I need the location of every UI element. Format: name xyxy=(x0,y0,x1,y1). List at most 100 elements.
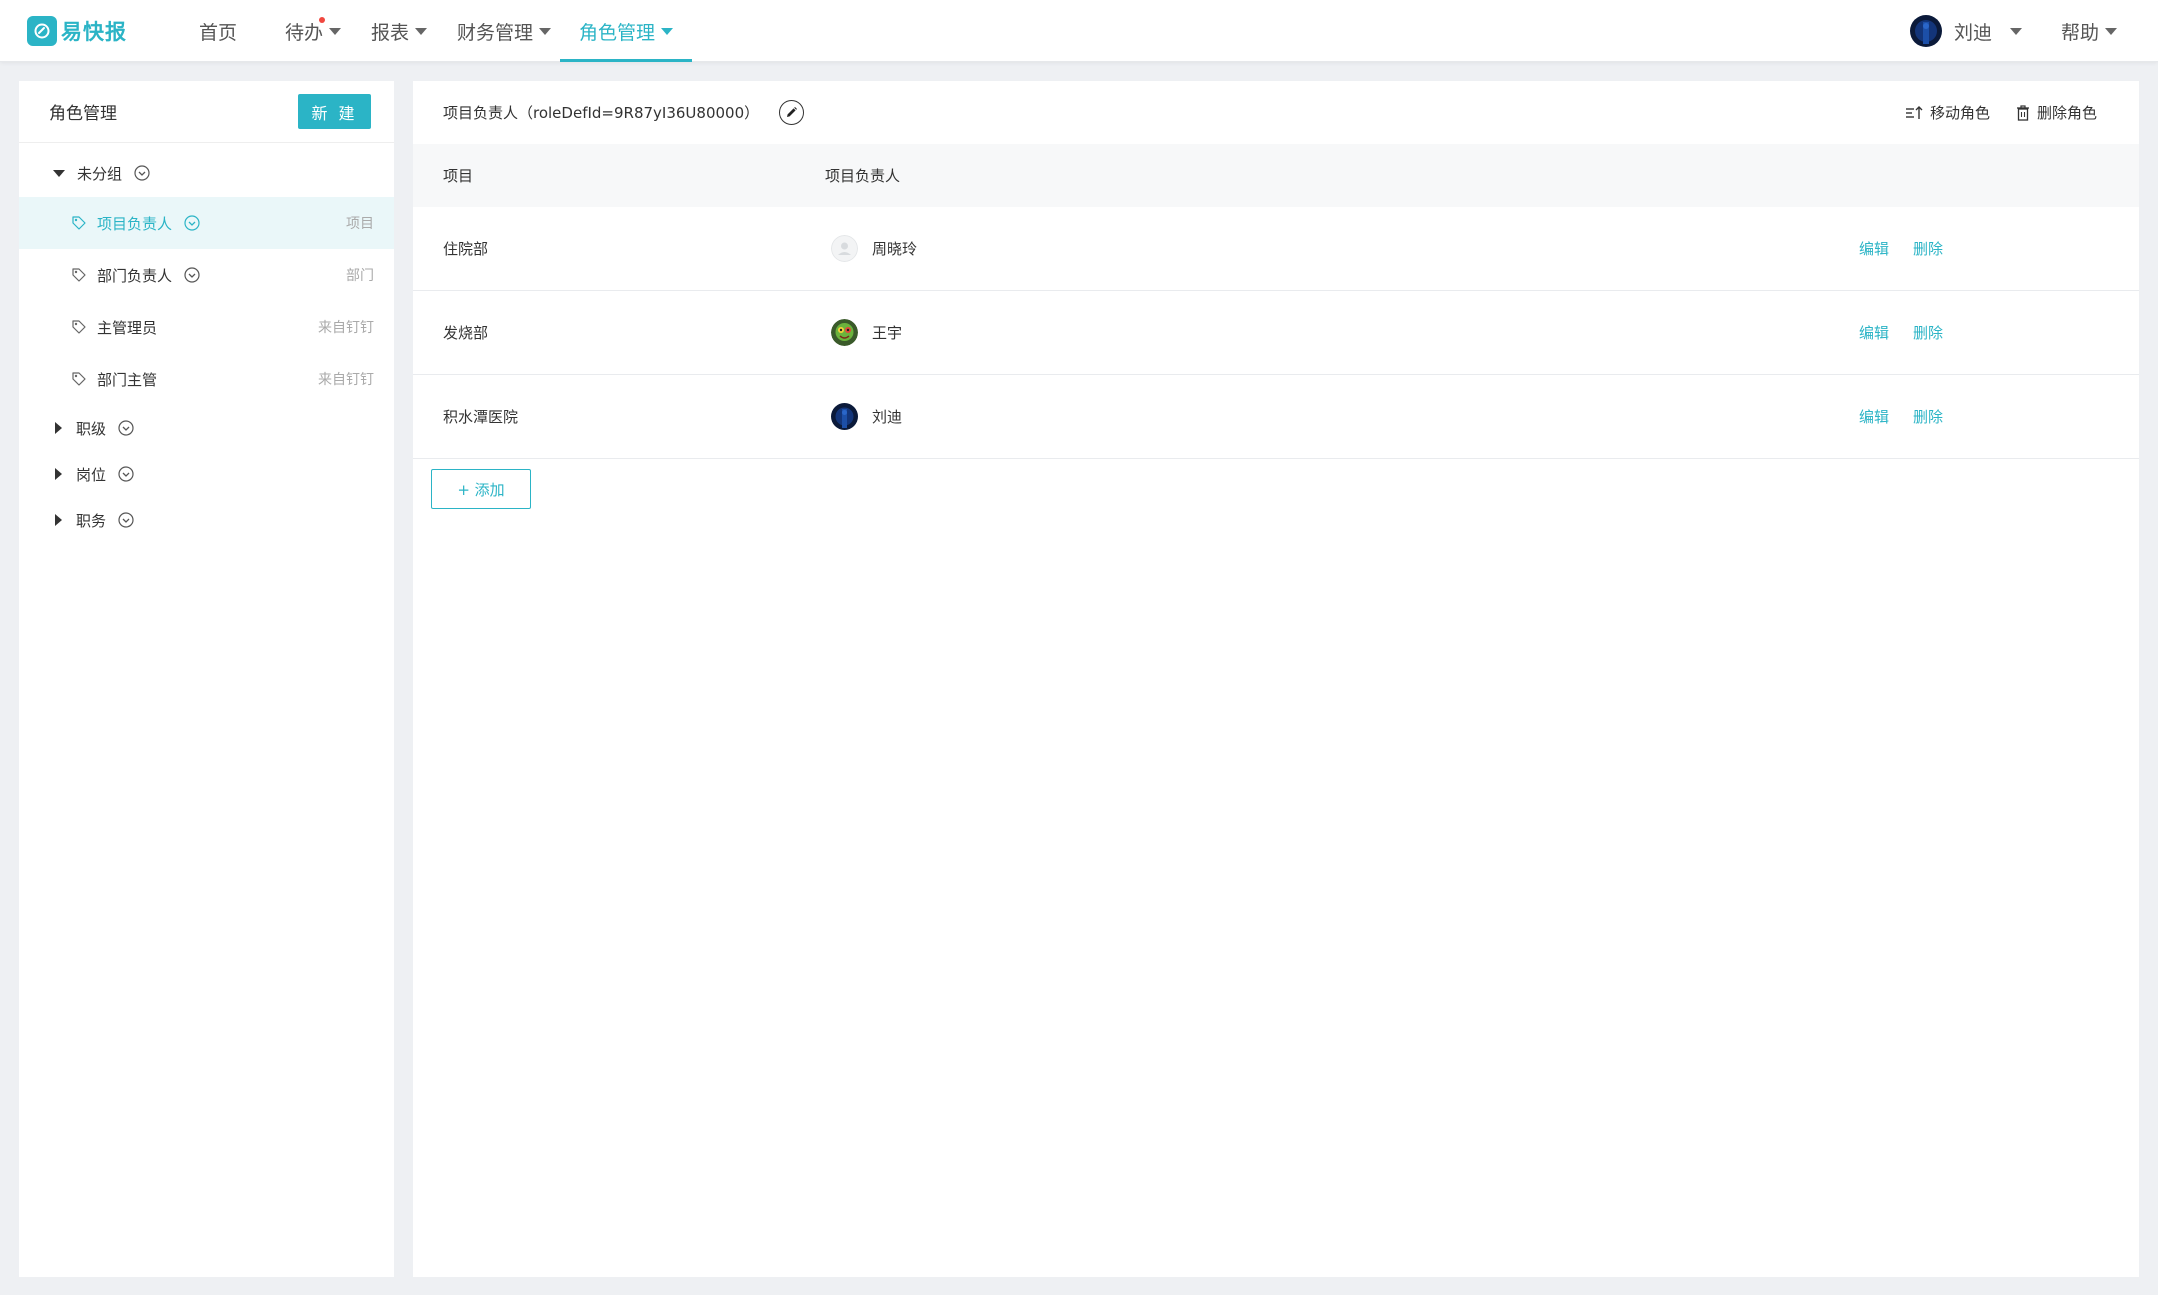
chevron-circle-down-icon[interactable] xyxy=(184,267,200,283)
logo-text: 易快报 xyxy=(61,20,127,44)
default-avatar-icon xyxy=(831,235,858,262)
chevron-down-icon xyxy=(329,27,342,35)
chevron-down-icon xyxy=(415,27,428,35)
trash-icon xyxy=(2016,104,2029,121)
nav-role-management[interactable]: 角色管理 xyxy=(560,0,693,62)
sort-up-icon xyxy=(1905,105,1923,119)
tree-group-label: 职级 xyxy=(76,419,107,438)
caret-right-icon xyxy=(55,422,62,434)
chevron-circle-down-icon[interactable] xyxy=(118,512,134,528)
role-tree-header: 角色管理 新 建 xyxy=(19,81,394,143)
chevron-circle-down-icon[interactable] xyxy=(118,420,134,436)
owner-name: 周晓玲 xyxy=(872,240,918,258)
help-menu[interactable]: 帮助 xyxy=(2061,0,2118,62)
tree-item-type: 来自钉钉 xyxy=(318,320,374,336)
dark-blue-avatar xyxy=(831,403,858,430)
tag-icon xyxy=(72,320,86,334)
tree-item-type: 项目 xyxy=(346,216,374,232)
owner-cell: 刘迪 xyxy=(825,403,1859,430)
tag-icon xyxy=(72,216,86,230)
nav-role-management-label: 角色管理 xyxy=(579,21,656,44)
app-logo[interactable]: 易快报 xyxy=(27,16,127,46)
delete-row-link[interactable]: 删除 xyxy=(1913,322,1943,343)
nav-reports[interactable]: 报表 xyxy=(371,0,428,62)
edit-row-link[interactable]: 编辑 xyxy=(1859,322,1889,343)
delete-row-link[interactable]: 删除 xyxy=(1913,238,1943,259)
nav-finance[interactable]: 财务管理 xyxy=(457,0,552,62)
edit-row-link[interactable]: 编辑 xyxy=(1859,406,1889,427)
notification-dot xyxy=(319,17,325,23)
move-role-label: 移动角色 xyxy=(1929,104,1990,122)
nav-todo-label: 待办 xyxy=(285,21,324,44)
project-cell: 住院部 xyxy=(443,240,489,258)
owner-cell: 周晓玲 xyxy=(825,235,1859,262)
role-tree-panel: 角色管理 新 建 未分组 项目负责人 项目 部门负责人 部门 主管理员 来自钉钉… xyxy=(19,81,394,1277)
tree-item-project-owner[interactable]: 项目负责人 项目 xyxy=(19,197,394,249)
role-tree-title: 角色管理 xyxy=(49,104,117,124)
delete-role-button[interactable]: 删除角色 xyxy=(2016,102,2097,123)
caret-down-icon xyxy=(53,169,65,177)
new-role-button[interactable]: 新 建 xyxy=(298,94,371,129)
chevron-down-icon xyxy=(539,27,552,35)
tree-item-main-admin[interactable]: 主管理员 来自钉钉 xyxy=(19,301,394,353)
project-cell: 积水潭医院 xyxy=(443,408,519,426)
role-detail-panel: 项目负责人（roleDefId=9R87yI36U80000） 移动角色 删除角… xyxy=(413,81,2139,1277)
role-detail-header: 项目负责人（roleDefId=9R87yI36U80000） 移动角色 删除角… xyxy=(413,81,2139,144)
nav-finance-label: 财务管理 xyxy=(457,21,534,44)
tree-item-type: 来自钉钉 xyxy=(318,372,374,388)
tree-group-ungrouped[interactable]: 未分组 xyxy=(19,149,394,197)
tree-item-department-owner[interactable]: 部门负责人 部门 xyxy=(19,249,394,301)
row-actions: 编辑 删除 xyxy=(1859,238,2139,259)
move-role-button[interactable]: 移动角色 xyxy=(1905,102,1990,123)
tree-item-label: 主管理员 xyxy=(97,318,158,337)
row-actions: 编辑 删除 xyxy=(1859,406,2139,427)
top-navigation-bar: 易快报 首页 待办 报表 财务管理 角色管理 刘迪 帮助 xyxy=(0,0,2158,62)
project-cell: 发烧部 xyxy=(443,324,489,342)
tree-group-label: 未分组 xyxy=(77,164,123,183)
owner-name: 刘迪 xyxy=(872,408,903,426)
edit-row-link[interactable]: 编辑 xyxy=(1859,238,1889,259)
tree-item-type: 部门 xyxy=(346,268,374,284)
user-menu[interactable]: 刘迪 xyxy=(1910,0,2023,62)
pencil-icon xyxy=(787,107,798,117)
tag-icon xyxy=(72,268,86,282)
chevron-down-icon xyxy=(2105,27,2118,35)
tree-group-rank[interactable]: 职级 xyxy=(19,405,394,451)
tree-group-label: 岗位 xyxy=(76,465,107,484)
colorful-avatar xyxy=(831,319,858,346)
tree-group-duty[interactable]: 职务 xyxy=(19,497,394,543)
edit-role-button[interactable] xyxy=(779,100,805,125)
caret-right-icon xyxy=(55,514,62,526)
user-avatar xyxy=(1910,15,1942,47)
table-row: 积水潭医院 刘迪 编辑 删除 xyxy=(413,375,2139,459)
nav-home-label: 首页 xyxy=(199,21,238,44)
tree-group-position[interactable]: 岗位 xyxy=(19,451,394,497)
user-name: 刘迪 xyxy=(1954,21,1993,44)
owner-cell: 王宇 xyxy=(825,319,1859,346)
tree-item-label: 项目负责人 xyxy=(97,214,173,233)
role-actions: 移动角色 删除角色 xyxy=(1905,81,2097,144)
tree-item-department-supervisor[interactable]: 部门主管 来自钉钉 xyxy=(19,353,394,405)
chevron-circle-down-icon[interactable] xyxy=(118,466,134,482)
chevron-circle-down-icon[interactable] xyxy=(134,165,150,181)
chevron-down-icon xyxy=(661,27,674,35)
table-header: 项目 项目负责人 xyxy=(413,144,2139,207)
chevron-down-icon xyxy=(2010,27,2023,35)
column-header-project: 项目 xyxy=(443,167,474,185)
help-label: 帮助 xyxy=(2061,21,2100,44)
column-header-owner: 项目负责人 xyxy=(825,167,901,185)
row-actions: 编辑 删除 xyxy=(1859,322,2139,343)
owner-name: 王宇 xyxy=(872,324,903,342)
chevron-circle-down-icon[interactable] xyxy=(184,215,200,231)
caret-right-icon xyxy=(55,468,62,480)
tree-group-label: 职务 xyxy=(76,511,107,530)
nav-todo[interactable]: 待办 xyxy=(285,0,342,62)
delete-row-link[interactable]: 删除 xyxy=(1913,406,1943,427)
table-row: 住院部 周晓玲 编辑 删除 xyxy=(413,207,2139,291)
delete-role-label: 删除角色 xyxy=(2036,104,2097,122)
nav-reports-label: 报表 xyxy=(371,21,410,44)
logo-mark-icon xyxy=(27,16,57,46)
nav-home[interactable]: 首页 xyxy=(199,0,237,62)
table-row: 发烧部 王宇 编辑 删除 xyxy=(413,291,2139,375)
add-row-button[interactable]: + 添加 xyxy=(431,469,531,509)
